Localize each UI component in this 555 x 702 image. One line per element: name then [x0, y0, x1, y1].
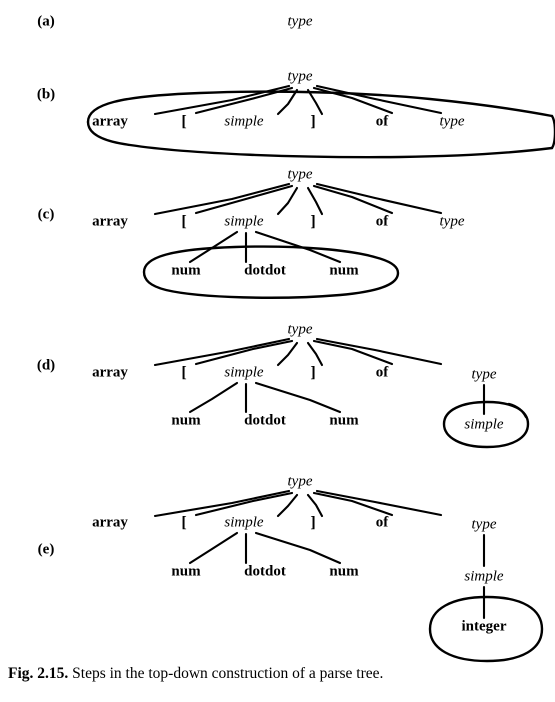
row-d-terminal-dotdot: dotdot	[244, 412, 286, 429]
row-b-oval	[86, 90, 555, 159]
row-c-terminal-rbracket: ]	[310, 213, 316, 230]
row-d-terminal-lbracket: [	[181, 364, 187, 381]
row-b-terminal-rbracket: ]	[310, 113, 316, 130]
row-b-root-type: type	[287, 68, 313, 85]
row-d-nonterminal-simple: simple	[224, 364, 264, 381]
row-b-terminal-array: array	[92, 113, 128, 130]
row-e-terminal-array: array	[92, 514, 128, 531]
row-c-nonterminal-simple: simple	[224, 213, 264, 230]
row-e-terminal-of: of	[375, 514, 389, 531]
row-e-terminal-integer: integer	[461, 618, 507, 635]
row-e-terminal-lbracket: [	[181, 514, 187, 531]
row-c-terminal-array: array	[92, 213, 128, 230]
row-e-nonterminal-simple: simple	[224, 514, 264, 531]
row-c-terminal-num-left: num	[171, 262, 201, 279]
row-c-terminal-of: of	[375, 213, 389, 230]
row-c-terminal-dotdot: dotdot	[244, 262, 286, 279]
row-b-terminal-of: of	[375, 113, 389, 130]
tree-edges-and-ovals-layer	[86, 84, 555, 663]
step-label-b: (b)	[36, 86, 56, 103]
row-b-terminal-lbracket: [	[181, 113, 187, 130]
row-d-terminal-num-right: num	[329, 412, 359, 429]
row-d-terminal-rbracket: ]	[310, 364, 316, 381]
row-b-nonterminal-type: type	[439, 113, 465, 130]
row-c-terminal-lbracket: [	[181, 213, 187, 230]
row-e-root-type: type	[287, 473, 313, 490]
row-e-terminal-num-left: num	[171, 563, 201, 580]
row-e-nonterminal-simple-expanded: simple	[464, 568, 504, 585]
step-label-c: (c)	[37, 206, 55, 223]
row-e-terminal-rbracket: ]	[310, 514, 316, 531]
row-d-nonterminal-type: type	[471, 366, 497, 383]
row-d-terminal-of: of	[375, 364, 389, 381]
row-c-nonterminal-type: type	[439, 213, 465, 230]
row-c-edges	[153, 182, 443, 264]
row-b-nonterminal-simple: simple	[224, 113, 264, 130]
row-d-root-type: type	[287, 321, 313, 338]
row-d-terminal-num-left: num	[171, 412, 201, 429]
row-e-terminal-dotdot: dotdot	[244, 563, 286, 580]
row-b-edges	[153, 84, 443, 116]
figure-caption: Fig. 2.15. Steps in the top-down constru…	[8, 665, 548, 682]
figure-number: Fig. 2.15.	[8, 665, 69, 682]
row-d-nonterminal-simple-expanded: simple	[464, 416, 504, 433]
row-d-edges	[153, 337, 486, 416]
row-e-terminal-num-right: num	[329, 563, 359, 580]
row-a-root-type: type	[287, 13, 313, 30]
step-label-e: (e)	[37, 541, 55, 558]
row-c-root-type: type	[287, 166, 313, 183]
step-label-a: (a)	[37, 13, 55, 30]
figure-caption-text: Steps in the top-down construction of a …	[72, 665, 384, 682]
step-label-d: (d)	[36, 357, 56, 374]
row-c-terminal-num-right: num	[329, 262, 359, 279]
row-e-nonterminal-type: type	[471, 516, 497, 533]
row-d-terminal-array: array	[92, 364, 128, 381]
row-e-edges	[153, 489, 486, 620]
figure-parse-tree-steps: (a) (b) (c) (d) (e) type type array [ si…	[0, 0, 555, 702]
